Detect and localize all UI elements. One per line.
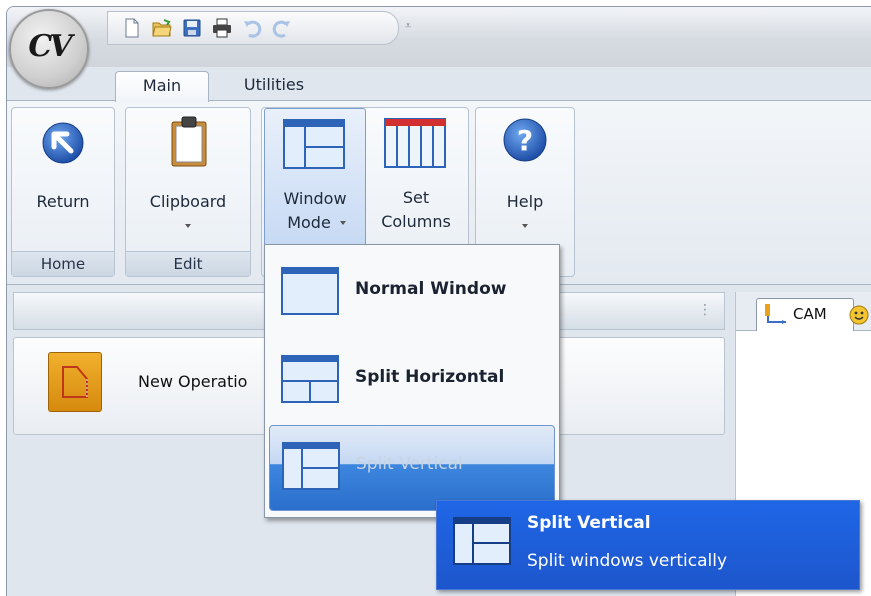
tab-cam[interactable]: CAM [756,298,869,331]
undo-icon[interactable] [242,18,262,38]
normal-window-icon [281,267,339,315]
chevron-down-icon [522,224,528,228]
open-folder-icon[interactable] [152,18,172,38]
cam-tab-strip: CAM [736,292,871,331]
tab-utilities[interactable]: Utilities [225,71,323,101]
menu-item-split-horizontal[interactable]: Split Horizontal [269,339,553,421]
panel-grip-icon[interactable]: ⋮ [698,303,712,317]
new-operation-icon [48,352,102,412]
return-button[interactable]: Return [16,108,110,248]
set-columns-label-line2: Columns [381,212,451,231]
smiley-icon[interactable] [849,305,869,325]
columns-icon [384,118,446,168]
window-mode-label-line1: Window [283,189,347,208]
clipboard-button[interactable]: Clipboard [130,108,246,248]
clipboard-icon [171,116,207,167]
new-file-icon[interactable] [122,18,142,38]
app-logo: CV [28,29,72,64]
customize-quick-access-icon[interactable]: ⩡ [405,19,415,33]
group-home: Return Home [11,107,115,277]
print-icon[interactable] [212,18,232,38]
new-operation-label: New Operatio [138,372,248,391]
application-menu-button[interactable]: CV [9,9,89,89]
chevron-down-icon [185,224,191,228]
chevron-down-icon [340,221,346,225]
split-vertical-tooltip: Split Vertical Split windows vertically [436,500,860,590]
group-label-home: Home [12,251,114,276]
help-button[interactable]: ? Help [478,108,572,248]
group-edit: Clipboard Edit [125,107,251,277]
tooltip-description: Split windows vertically [527,551,728,571]
set-columns-label-line1: Set [402,188,430,207]
split-vertical-icon [282,442,340,490]
svg-text:?: ? [517,124,533,157]
menu-label-split-horizontal: Split Horizontal [355,367,505,387]
menu-item-normal-window[interactable]: Normal Window [269,251,553,333]
menu-label-normal-window: Normal Window [355,279,507,299]
save-icon[interactable] [182,18,202,38]
help-label: Help [506,192,544,211]
clipboard-label: Clipboard [149,192,227,211]
cam-axis-icon [765,304,786,324]
title-bar: ⩡ [7,7,871,67]
return-label: Return [36,192,90,211]
menu-item-split-vertical[interactable]: Split Vertical [269,425,555,511]
part-outline-icon [62,366,88,398]
split-horizontal-icon [281,355,339,403]
window-mode-button[interactable]: Window Mode [264,108,366,246]
set-columns-button[interactable]: Set Columns [368,108,464,248]
cam-tab-label: CAM [793,305,827,323]
split-vertical-icon [453,517,511,565]
help-icon: ? [503,118,547,162]
group-label-edit: Edit [126,251,250,276]
tab-main[interactable]: Main [115,71,209,102]
tooltip-title: Split Vertical [527,513,651,533]
window-mode-icon [283,119,345,169]
menu-label-split-vertical: Split Vertical [356,454,463,474]
quick-access-toolbar [107,11,399,45]
window-mode-menu: Normal Window Split Horizontal Split Ver… [264,244,560,518]
return-arrow-icon [42,122,84,164]
redo-icon[interactable] [272,18,292,38]
